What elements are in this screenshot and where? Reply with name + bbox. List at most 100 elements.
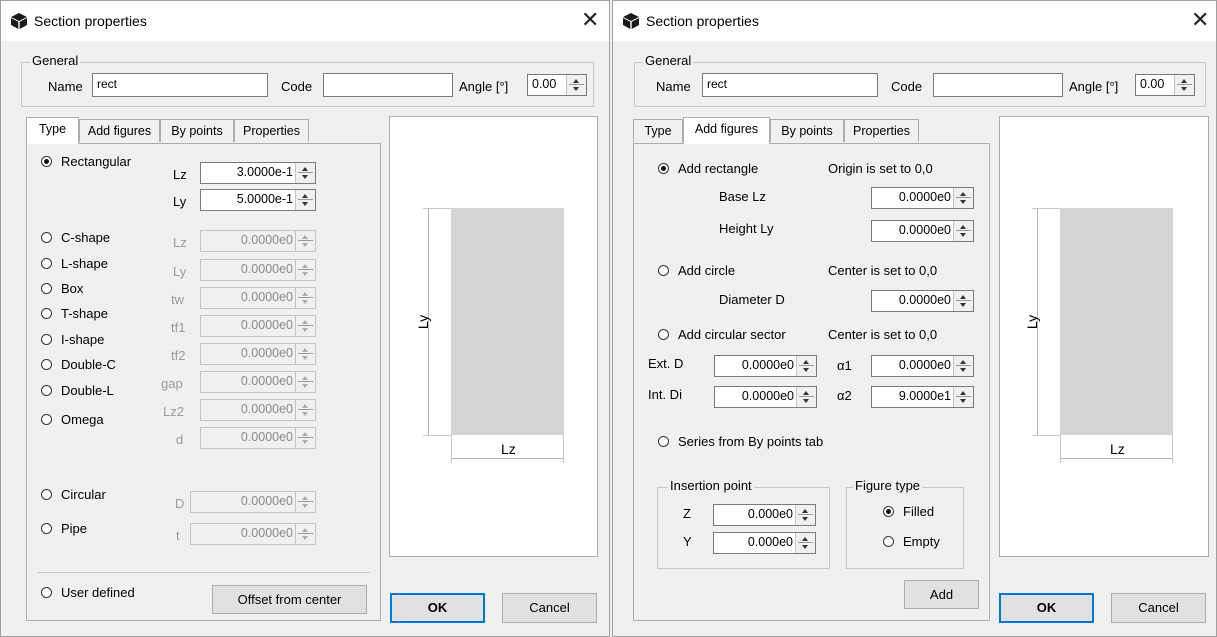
alpha2-spinner[interactable]: 9.0000e1 [871,386,974,408]
spin-arrows[interactable] [295,492,315,512]
radio-filled[interactable]: Filled [883,504,934,519]
radio-add-rectangle[interactable]: Add rectangle [658,161,758,176]
lz-tick-left [1060,435,1061,463]
radio-i-shape[interactable]: I-shape [41,332,104,347]
tab-type[interactable]: Type [633,119,683,142]
spin-arrows[interactable] [295,428,315,448]
lz-spinner[interactable]: 3.0000e-1 [200,162,316,184]
spin-arrows[interactable] [953,188,973,208]
spin-arrows[interactable] [295,524,315,544]
radio-double-c[interactable]: Double-C [41,357,116,372]
tab-add-figures[interactable]: Add figures [79,119,160,142]
tab-by-points[interactable]: By points [160,119,234,142]
spin-arrows[interactable] [295,316,315,336]
name-label: Name [656,79,691,94]
code-input[interactable] [323,73,453,97]
radio-add-circle[interactable]: Add circle [658,263,735,278]
radio-pipe[interactable]: Pipe [41,521,87,536]
spin-arrows[interactable] [295,344,315,364]
spin-arrows[interactable] [295,372,315,392]
angle-spinner[interactable]: 0.00 [1135,74,1195,96]
ly-tick-top [1032,208,1060,209]
radio-user-defined[interactable]: User defined [41,585,135,600]
ly-spin-arrows[interactable] [295,190,315,210]
param-t-spinner[interactable]: 0.0000e0 [190,523,316,545]
insertion-y-spinner[interactable]: 0.000e0 [713,532,816,554]
param-tf2-spinner[interactable]: 0.0000e0 [200,343,316,365]
spin-arrows[interactable] [295,400,315,420]
radio-empty[interactable]: Empty [883,534,940,549]
close-button[interactable]: ✕ [581,9,599,31]
insertion-point-group [657,487,830,569]
radio-add-circular-sector[interactable]: Add circular sector [658,327,786,342]
title-bar[interactable]: Section properties ✕ [1,1,609,41]
cancel-button[interactable]: Cancel [1111,593,1206,623]
radio-box[interactable]: Box [41,281,83,296]
close-button[interactable]: ✕ [1191,9,1209,31]
param-gap-spinner[interactable]: 0.0000e0 [200,371,316,393]
cancel-button[interactable]: Cancel [502,593,597,623]
param-tw-spinner[interactable]: 0.0000e0 [200,287,316,309]
alpha1-spinner[interactable]: 0.0000e0 [871,355,974,377]
ext-d-spinner[interactable]: 0.0000e0 [714,355,817,377]
tab-add-figures[interactable]: Add figures [683,117,770,144]
lz-spin-arrows[interactable] [295,163,315,183]
insertion-z-spinner[interactable]: 0.000e0 [713,504,816,526]
radio-l-shape[interactable]: L-shape [41,256,108,271]
add-button[interactable]: Add [904,580,979,609]
radio-series-from-by-points[interactable]: Series from By points tab [658,434,823,449]
name-input[interactable]: rect [92,73,268,97]
spin-arrows[interactable] [295,231,315,251]
param-tf1-spinner[interactable]: 0.0000e0 [200,315,316,337]
param-d-spinner[interactable]: 0.0000e0 [200,427,316,449]
radio-dot [41,414,52,425]
param-value: 0.0000e0 [240,233,293,247]
spin-arrows[interactable] [295,260,315,280]
tab-properties[interactable]: Properties [234,119,309,142]
diameter-spinner[interactable]: 0.0000e0 [871,290,974,312]
spin-arrows[interactable] [796,356,816,376]
radio-c-shape[interactable]: C-shape [41,230,110,245]
spin-arrows[interactable] [295,288,315,308]
offset-from-center-button[interactable]: Offset from center [212,585,367,614]
ok-button[interactable]: OK [390,593,485,623]
radio-double-l[interactable]: Double-L [41,383,114,398]
base-lz-spinner[interactable]: 0.0000e0 [871,187,974,209]
radio-dot [658,329,669,340]
int-di-spinner[interactable]: 0.0000e0 [714,386,817,408]
radio-dot [658,436,669,447]
shape-label: L-shape [61,256,108,271]
angle-spin-arrows[interactable] [1174,75,1194,95]
section-rectangle [1060,208,1173,435]
radio-rectangular[interactable]: Rectangular [41,154,131,169]
tab-properties[interactable]: Properties [844,119,919,142]
spin-arrows[interactable] [953,356,973,376]
angle-spinner[interactable]: 0.00 [527,74,587,96]
tab-by-points[interactable]: By points [770,119,844,142]
code-input[interactable] [933,73,1063,97]
spin-arrows[interactable] [953,291,973,311]
height-ly-spinner[interactable]: 0.0000e0 [871,220,974,242]
title-bar[interactable]: Section properties ✕ [613,1,1216,41]
ly-value: 5.0000e-1 [236,192,293,206]
name-input[interactable]: rect [702,73,878,97]
spin-arrows[interactable] [953,387,973,407]
height-ly-value: 0.0000e0 [898,223,951,237]
radio-t-shape[interactable]: T-shape [41,306,108,321]
radio-dot [41,283,52,294]
angle-spin-arrows[interactable] [566,75,586,95]
ly-spinner[interactable]: 5.0000e-1 [200,189,316,211]
spin-arrows[interactable] [795,533,815,553]
param-lz2-spinner[interactable]: 0.0000e0 [200,399,316,421]
radio-circular[interactable]: Circular [41,487,106,502]
spin-arrows[interactable] [796,387,816,407]
param-diameter-spinner[interactable]: 0.0000e0 [190,491,316,513]
param-ly-spinner[interactable]: 0.0000e0 [200,259,316,281]
param-lz-spinner[interactable]: 0.0000e0 [200,230,316,252]
spin-arrows[interactable] [953,221,973,241]
spin-arrows[interactable] [795,505,815,525]
tab-type[interactable]: Type [26,117,79,144]
radio-dot [41,359,52,370]
ok-button[interactable]: OK [999,593,1094,623]
radio-omega[interactable]: Omega [41,412,104,427]
